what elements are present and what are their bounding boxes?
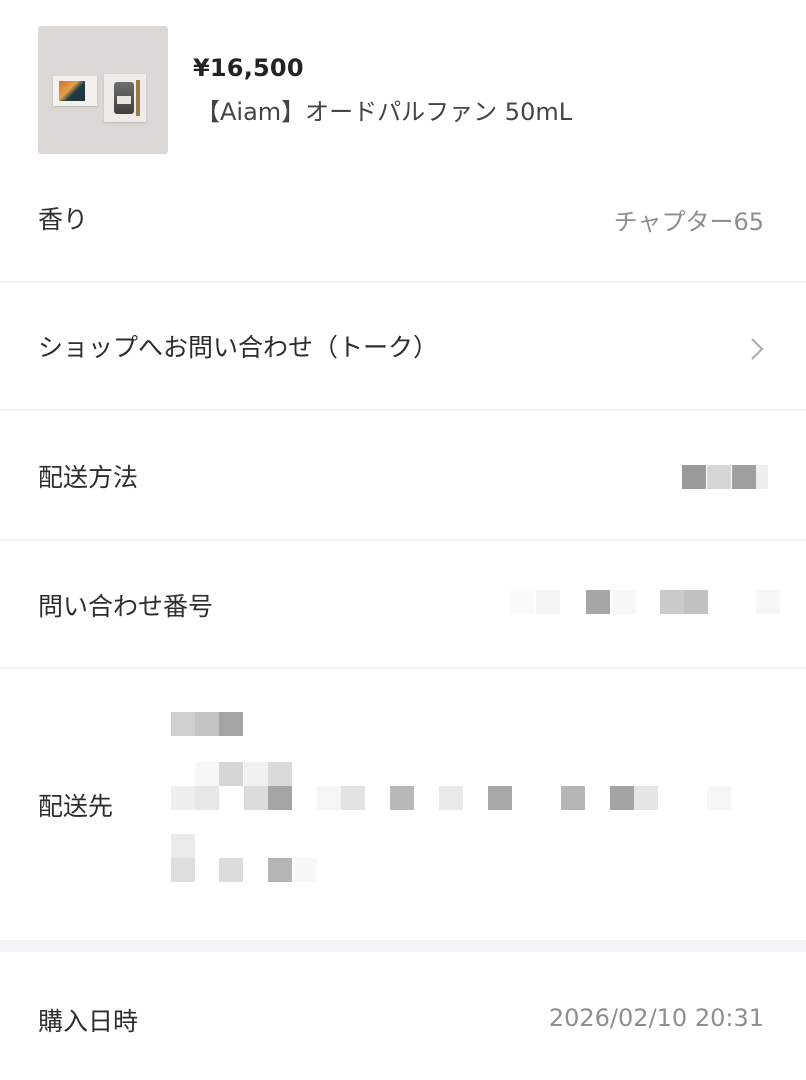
bottle-label-image [117, 96, 131, 104]
scent-row: 香り チャプター65 [0, 180, 806, 280]
redacted-inquiry-number [510, 590, 782, 616]
scent-label: 香り [38, 205, 89, 234]
ship-to-label: 配送先 [38, 792, 114, 821]
contact-shop-label: ショップへお問い合わせ（トーク） [38, 333, 439, 362]
product-card-image [53, 76, 97, 106]
chevron-right-icon[interactable] [744, 336, 770, 362]
product-thumbnail[interactable] [38, 26, 168, 154]
redacted-shipping-address [171, 710, 741, 890]
purchase-date-row: 購入日時 2026/02/10 20:31 [0, 952, 806, 1080]
purchase-date-value: 2026/02/10 20:31 [548, 1004, 764, 1032]
product-summary[interactable]: ¥16,500 【Aiam】オードパルファン 50mL [0, 0, 806, 170]
inquiry-number-label: 問い合わせ番号 [38, 592, 214, 621]
card-artwork [59, 81, 85, 101]
scent-value: チャプター65 [613, 208, 764, 236]
redacted-shipping-method [682, 465, 772, 491]
shipping-method-label: 配送方法 [38, 463, 139, 492]
stick-image [136, 80, 140, 116]
product-name: 【Aiam】オードパルファン 50mL [196, 98, 573, 126]
purchase-date-label: 購入日時 [38, 1007, 139, 1036]
section-separator [0, 940, 806, 952]
product-price: ¥16,500 [193, 54, 304, 82]
contact-shop-row[interactable]: ショップへお問い合わせ（トーク） [0, 283, 806, 409]
